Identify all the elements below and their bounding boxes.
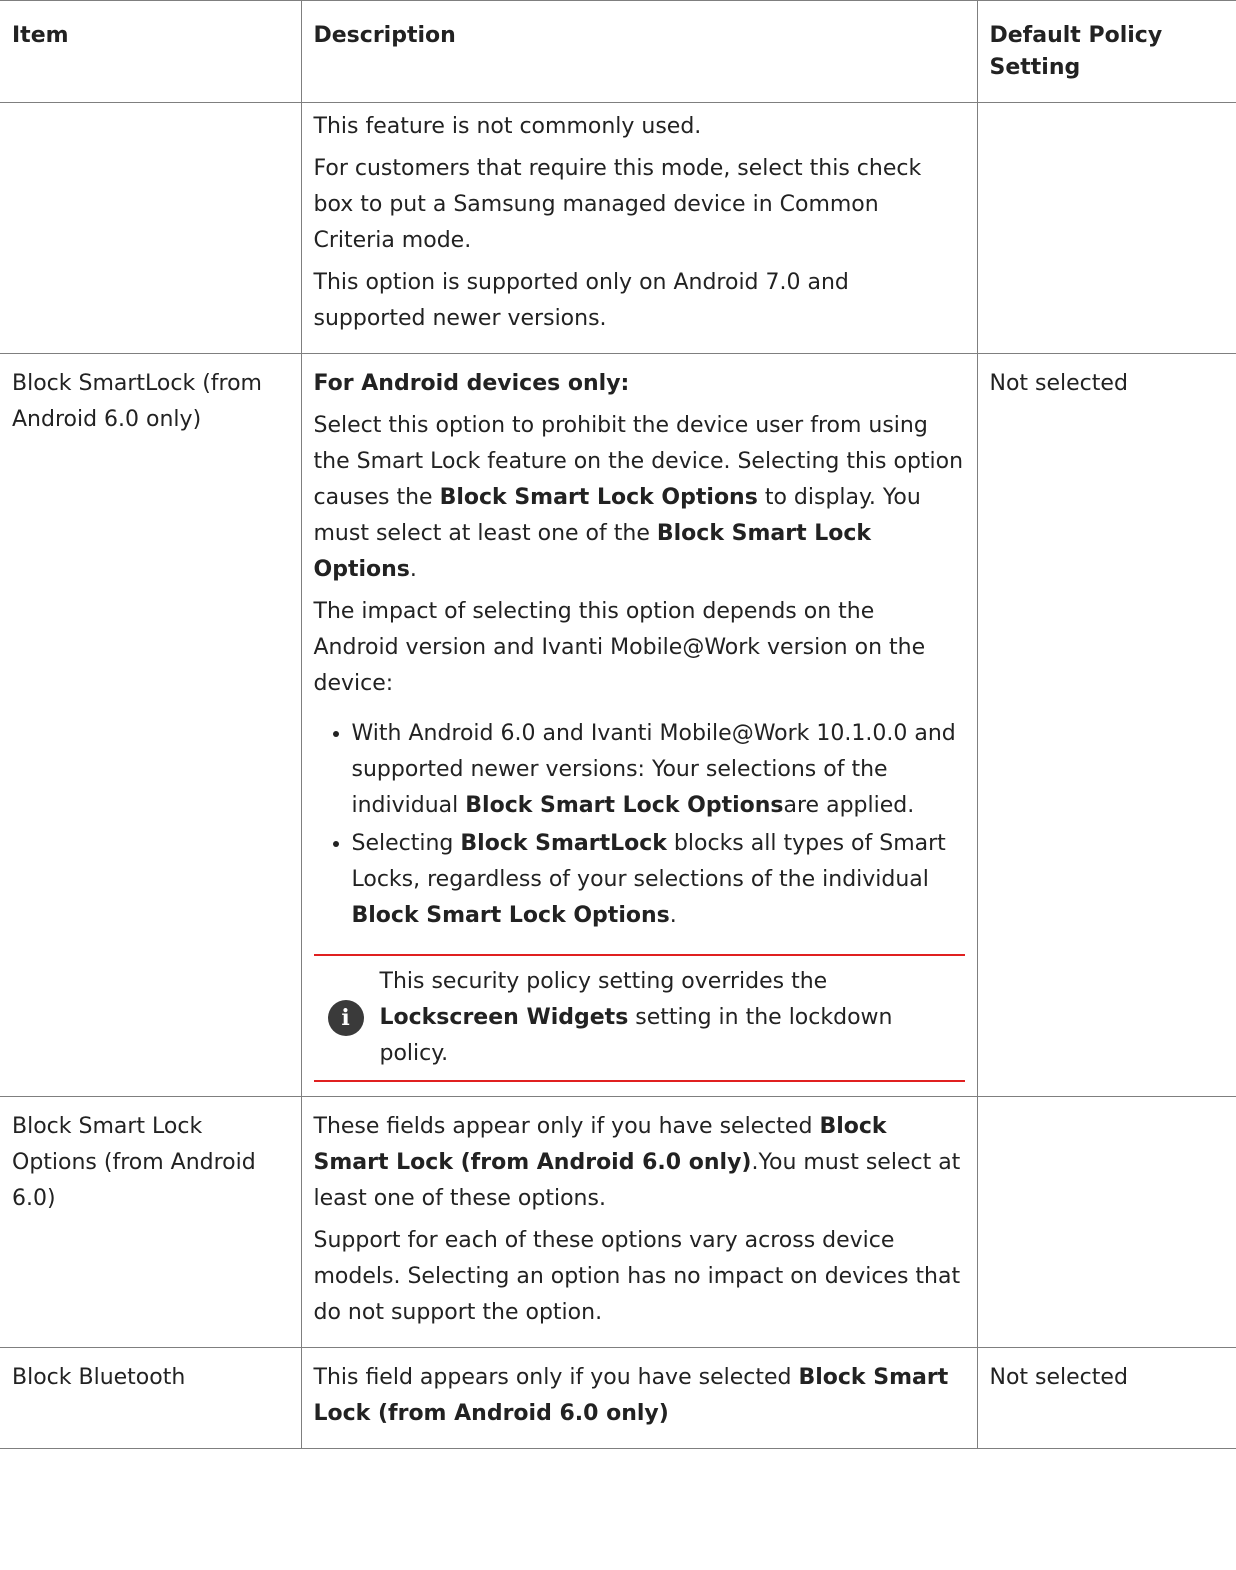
info-icon: i [327,1000,364,1036]
description-paragraph: For Android devices only: [314,366,965,402]
text-run: . [409,557,417,582]
default-cell: Not selected [976,353,1236,1097]
header-row: Item Description Default Policy Setting [0,0,1236,103]
bold-text: Block Smart Lock Options [465,793,784,818]
header-description: Description [300,0,978,103]
text-run: These fields appear only if you have sel… [313,1114,820,1139]
table-row: This feature is not commonly used. For c… [0,102,1236,354]
bullet-list: With Android 6.0 and Ivanti Mobile@Work … [314,716,965,934]
item-cell: Block SmartLock (from Android 6.0 only) [0,353,302,1097]
list-item: With Android 6.0 and Ivanti Mobile@Work … [352,716,965,824]
item-cell: Block Bluetooth [0,1347,302,1449]
table-row: Block Bluetooth This field appears only … [0,1347,1236,1449]
bold-text: Block Smart Lock Options [351,903,670,928]
description-paragraph: This field appears only if you have sele… [314,1360,965,1432]
text-run: . [669,903,677,928]
info-note: i This security policy setting overrides… [313,954,965,1082]
description-paragraph: This feature is not commonly used. [313,114,702,139]
bold-text: Block SmartLock [460,831,667,856]
description-cell: This field appears only if you have sele… [300,1347,978,1449]
description-paragraph: These fields appear only if you have sel… [314,1109,965,1217]
text-run: are applied. [783,793,915,818]
item-cell [0,102,302,354]
description-cell: For Android devices only: Select this op… [300,353,978,1097]
note-text: This security policy setting overrides t… [380,964,965,1072]
description-paragraph: The impact of selecting this option depe… [313,599,926,696]
bold-text: Lockscreen Widgets [379,1005,629,1030]
text-run: This security policy setting overrides t… [379,969,828,994]
bold-text: Block Smart Lock Options [439,485,758,510]
bold-text: For Android devices only: [313,371,630,396]
default-cell [976,102,1236,354]
header-item: Item [0,0,302,103]
description-paragraph: Select this option to prohibit the devic… [314,408,965,588]
item-cell: Block Smart Lock Options (from Android 6… [0,1096,302,1348]
table-row: Block Smart Lock Options (from Android 6… [0,1096,1236,1348]
policy-settings-table: Item Description Default Policy Setting … [0,0,1236,1449]
description-cell: This feature is not commonly used. For c… [300,102,978,354]
text-run: This field appears only if you have sele… [313,1365,799,1390]
description-paragraph: Support for each of these options vary a… [313,1228,961,1325]
description-cell: These fields appear only if you have sel… [300,1096,978,1348]
default-cell: Not selected [976,1347,1236,1449]
description-paragraph: For customers that require this mode, se… [313,156,922,253]
text-run: Selecting [351,831,461,856]
header-default-policy-setting: Default Policy Setting [976,0,1236,103]
description-paragraph: This option is supported only on Android… [313,270,849,331]
list-item: Selecting Block SmartLock blocks all typ… [352,826,965,934]
default-cell [976,1096,1236,1348]
table-row: Block SmartLock (from Android 6.0 only) … [0,353,1236,1097]
